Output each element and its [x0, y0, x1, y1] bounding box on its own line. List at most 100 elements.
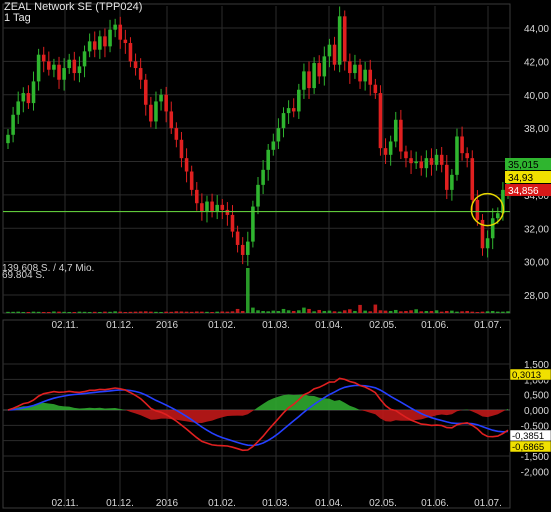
candle-body [490, 218, 495, 239]
volume-bar [36, 311, 41, 313]
volume-bar [332, 311, 337, 313]
price-x-tick-label: 01.12. [106, 320, 134, 331]
volume-bar [52, 311, 56, 313]
volume-bar [404, 310, 408, 313]
volume-bar [108, 311, 112, 313]
price-x-tick-label: 02.11. [51, 320, 78, 331]
candle-body [11, 114, 15, 135]
volume-bar [92, 311, 97, 313]
candle-body [383, 148, 388, 155]
volume-bar [307, 308, 311, 313]
candle-body [276, 128, 281, 142]
candle-body [368, 69, 373, 85]
volume-bar [41, 311, 46, 313]
candle-body [205, 201, 209, 212]
candle-body [342, 16, 347, 62]
volume-bar [103, 311, 107, 313]
volume-bar [302, 307, 306, 313]
price-x-tick-label: 01.03. [262, 320, 290, 331]
volume-bar [480, 311, 485, 313]
candle-body [465, 153, 469, 159]
stock-chart: 44,0042,0040,0038,0036,0034,0032,0030,00… [2, 3, 551, 509]
volume-bar [424, 310, 429, 313]
candle-body [450, 174, 454, 190]
macd-x-tick-label: 2016 [156, 498, 179, 509]
volume-bar [378, 310, 383, 313]
candle-body [388, 141, 393, 155]
candle-body [26, 93, 31, 104]
candle-body [460, 136, 464, 154]
candle-body [281, 113, 286, 129]
volume-bar [399, 311, 403, 313]
candle-body [215, 204, 219, 212]
volume-bar [82, 311, 87, 313]
volume-bar [353, 310, 357, 313]
volume-bar [21, 311, 26, 313]
volume-bar [26, 311, 31, 313]
candle-body [62, 68, 66, 80]
candle-body [159, 94, 163, 102]
candle-body [67, 59, 72, 69]
candle-body [302, 71, 306, 90]
volume-bar [388, 310, 393, 313]
candle-body [113, 24, 117, 30]
macd-badge-label: -0,6865 [512, 442, 544, 453]
price-axis-tick-label: 32,00 [524, 224, 549, 235]
volume-bar [67, 311, 72, 313]
candle-body [200, 203, 204, 212]
macd-axis-tick-label: -1,500 [521, 452, 550, 463]
candle-body [189, 171, 194, 190]
volume-bar [225, 311, 230, 313]
volume-bar [470, 311, 475, 313]
volume-bar [240, 310, 245, 313]
volume-bar [465, 310, 469, 313]
volume-bar [118, 311, 123, 313]
volume-bar [393, 309, 398, 313]
price-x-tick-label: 2016 [156, 320, 179, 331]
volume-bar [327, 310, 332, 313]
macd-x-tick-label: 01.04. [315, 498, 343, 509]
price-axis-tick-label: 38,00 [524, 124, 549, 135]
volume-bar [409, 310, 413, 313]
candle-body [312, 63, 316, 89]
candle-body [169, 111, 174, 129]
candle-body [230, 214, 235, 232]
volume-bar [266, 311, 270, 313]
price-x-tick-label: 01.04. [315, 320, 343, 331]
candle-body [184, 158, 189, 172]
price-x-tick-label: 01.07. [474, 320, 502, 331]
macd-axis-tick-label: -2,000 [521, 467, 550, 478]
chart-interval: 1 Tag [4, 12, 31, 24]
volume-bar [98, 311, 102, 313]
volume-bar [271, 310, 276, 313]
volume-bar [138, 311, 143, 313]
volume-bar [123, 311, 128, 313]
macd-x-tick-label: 01.07. [474, 498, 502, 509]
candle-body [317, 63, 322, 77]
volume-bar [450, 310, 454, 313]
macd-axis-tick-label: 0,000 [524, 406, 549, 417]
volume-bar [383, 310, 388, 313]
volume-bar [286, 310, 291, 313]
candle-body [266, 149, 270, 170]
candle-body [103, 36, 107, 47]
candle-body [16, 101, 20, 115]
price-x-tick-label: 01.06. [421, 320, 449, 331]
candle-body [52, 64, 56, 70]
candle-body [358, 64, 362, 82]
volume-bar [281, 308, 286, 313]
volume-bar [87, 311, 92, 313]
volume-bar [373, 304, 378, 313]
candle-body [235, 231, 240, 245]
volume-bar [348, 309, 352, 313]
candle-body [256, 184, 260, 207]
volume-label-half: 69.804 S. [2, 270, 45, 281]
candle-body [378, 93, 383, 149]
candle-body [240, 244, 245, 255]
candle-body [118, 24, 123, 40]
price-badge-label: 34,856 [508, 186, 539, 197]
volume-bar [57, 311, 61, 313]
candle-body [154, 101, 158, 122]
candle-body [108, 29, 112, 47]
candle-body [128, 43, 133, 62]
